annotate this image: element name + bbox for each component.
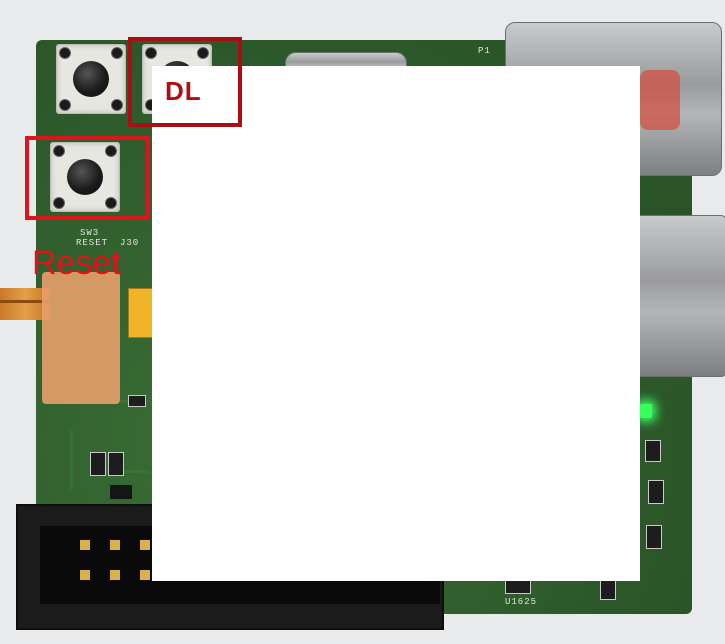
silk-u1625: U1625 <box>505 597 538 607</box>
header-pin <box>140 540 150 550</box>
header-pin <box>80 570 90 580</box>
flex-pad <box>42 272 120 404</box>
smd-component <box>128 395 146 407</box>
button-pin <box>59 99 71 111</box>
dl-label: DL <box>165 76 202 106</box>
header-pin <box>80 540 90 550</box>
usb-connector-bottom <box>630 215 725 377</box>
reset-label: Reset <box>32 244 121 282</box>
smd-component <box>108 452 124 476</box>
silk-sw3: SW3 <box>80 228 100 238</box>
reset-highlight-box <box>25 136 150 220</box>
push-button-top-left[interactable] <box>56 44 126 114</box>
smd-component <box>600 580 616 600</box>
smd-component <box>648 480 664 504</box>
smd-component <box>645 440 661 462</box>
header-pin <box>140 570 150 580</box>
smd-component <box>90 452 106 476</box>
button-pin <box>111 47 123 59</box>
smd-component <box>505 580 531 594</box>
header-pin <box>110 570 120 580</box>
white-cover-box <box>152 66 640 581</box>
status-led <box>640 404 652 418</box>
button-pin <box>111 99 123 111</box>
red-mark <box>640 70 680 130</box>
silk-p1: P1 <box>478 46 491 56</box>
button-pin <box>59 47 71 59</box>
pcb-trace <box>70 430 73 490</box>
header-pin <box>110 540 120 550</box>
smd-component <box>646 525 662 549</box>
silk-j30: J30 <box>120 238 140 248</box>
ic-chip <box>110 485 132 499</box>
button-cap <box>73 61 109 97</box>
